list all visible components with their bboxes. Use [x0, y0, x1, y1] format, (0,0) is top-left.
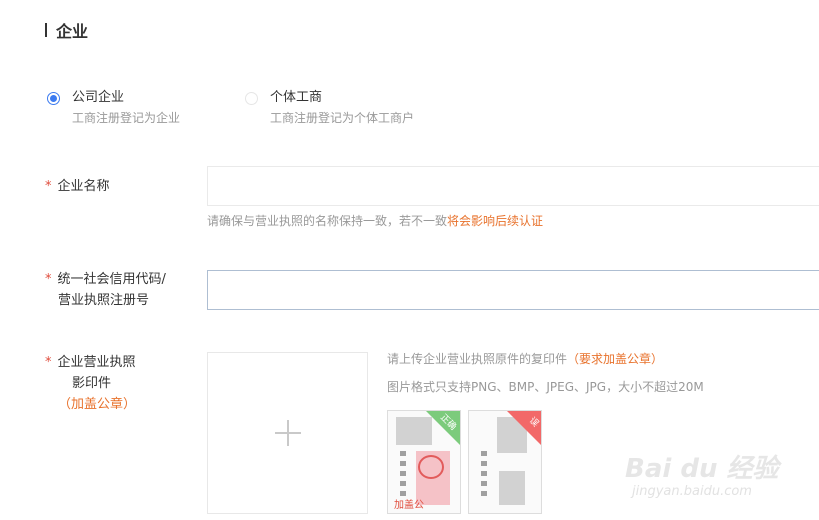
- company-name-hint: 请确保与营业执照的名称保持一致，若不一致将会影响后续认证: [207, 212, 543, 229]
- seal-icon: [418, 455, 444, 479]
- doc-line: [481, 451, 487, 456]
- upload-format-note: 图片格式只支持PNG、BMP、JPEG、JPG，大小不超过20M: [387, 380, 704, 394]
- radio-checked-icon[interactable]: [47, 92, 60, 105]
- required-mark: *: [45, 355, 52, 370]
- radio-company-desc: 工商注册登记为企业: [72, 111, 181, 125]
- doc-line: [400, 481, 406, 486]
- doc-line: [481, 481, 487, 486]
- hint-text: 请确保与营业执照的名称保持一致，若不一致: [207, 214, 448, 228]
- company-name-label: * 企业名称: [45, 176, 110, 197]
- required-mark: *: [45, 272, 52, 287]
- radio-individual-desc: 工商注册登记为个体工商户: [270, 111, 415, 125]
- radio-unchecked-icon[interactable]: [245, 92, 258, 105]
- doc-line: [400, 451, 406, 456]
- baidu-watermark-logo: Bai du 经验: [625, 454, 779, 484]
- radio-individual-label: 个体工商: [270, 90, 323, 105]
- credit-code-label-line1: 统一社会信用代码/: [57, 272, 166, 287]
- company-name-field[interactable]: [207, 166, 819, 206]
- upload-instruction-text: 请上传企业营业执照原件的复印件: [387, 352, 568, 366]
- required-mark: *: [45, 179, 52, 194]
- doc-line: [481, 461, 487, 466]
- radio-individual[interactable]: 个体工商 工商注册登记为个体工商户: [245, 88, 414, 128]
- license-label: * 企业营业执照 影印件 （加盖公章）: [45, 352, 136, 415]
- sample-correct-image: 正确 加盖公: [387, 410, 461, 514]
- radio-company[interactable]: 公司企业 工商注册登记为企业: [47, 88, 180, 128]
- credit-code-label-line2: 营业执照注册号: [58, 293, 150, 308]
- credit-code-field[interactable]: [207, 270, 819, 310]
- sample-wrong-image: 误: [468, 410, 542, 514]
- title-bar: [45, 23, 47, 37]
- hint-warning: 将会影响后续认证: [447, 214, 544, 228]
- page-title: 企业: [56, 22, 89, 41]
- baidu-watermark-url: jingyan.baidu.com: [632, 484, 752, 499]
- company-name-input[interactable]: [208, 167, 819, 205]
- doc-line: [481, 491, 487, 496]
- radio-company-label: 公司企业: [72, 90, 125, 105]
- credit-code-label: * 统一社会信用代码/ 营业执照注册号: [45, 269, 166, 311]
- upload-instruction: 请上传企业营业执照原件的复印件（要求加盖公章）: [387, 350, 663, 367]
- doc-line: [400, 461, 406, 466]
- sample-caption: 加盖公: [394, 500, 424, 511]
- upload-button[interactable]: [207, 352, 368, 514]
- doc-line: [481, 471, 487, 476]
- license-label-line1: 企业营业执照: [57, 355, 136, 370]
- sample-blur: [499, 471, 525, 505]
- upload-instruction-warning: （要求加盖公章）: [567, 352, 664, 366]
- company-name-label-text: 企业名称: [57, 179, 110, 194]
- credit-code-input[interactable]: [208, 271, 819, 309]
- license-label-line2: 影印件: [72, 376, 112, 391]
- doc-line: [400, 471, 406, 476]
- plus-icon: [274, 420, 301, 446]
- section-title: 企业: [45, 20, 89, 41]
- license-label-note: （加盖公章）: [58, 397, 137, 412]
